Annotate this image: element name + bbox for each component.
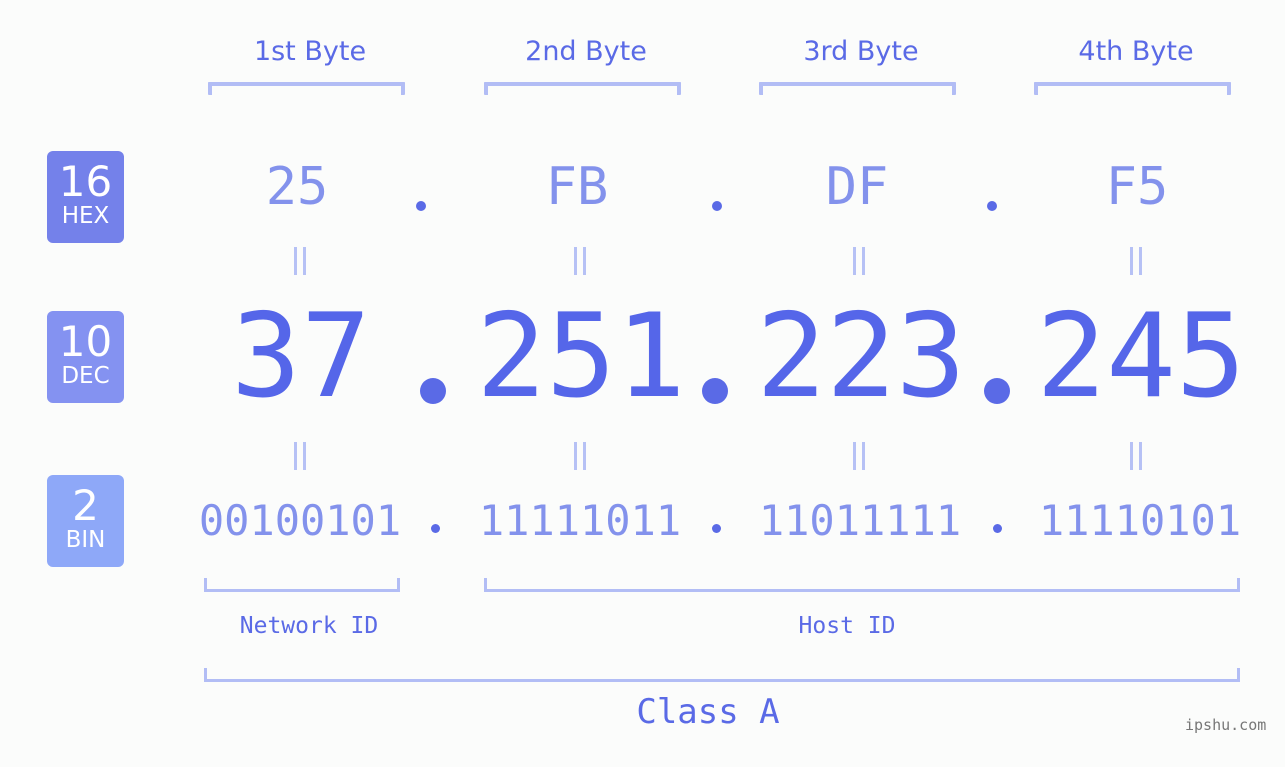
dec-dot-separator <box>420 378 446 404</box>
bin-dot-separator <box>431 524 440 533</box>
hex-badge: 16 HEX <box>47 151 124 243</box>
bin-byte-2: 11111011 <box>478 496 682 545</box>
equals-icon <box>292 247 308 275</box>
equals-icon <box>572 247 588 275</box>
dec-byte-4: 245 <box>1036 289 1246 424</box>
network-id-bracket <box>204 578 400 592</box>
hex-byte-4: F5 <box>1105 157 1169 217</box>
byte-bracket-4 <box>1034 82 1231 95</box>
byte-bracket-1 <box>208 82 405 95</box>
hex-dot-separator <box>987 201 997 211</box>
hex-byte-1: 25 <box>265 157 329 217</box>
dec-byte-3: 223 <box>756 289 966 424</box>
host-id-label: Host ID <box>798 613 896 639</box>
byte-header-3: 3rd Byte <box>803 36 919 67</box>
dec-dot-separator <box>702 378 728 404</box>
bin-dot-separator <box>993 524 1002 533</box>
dec-base: 10 <box>58 317 113 366</box>
host-id-bracket <box>484 578 1240 592</box>
hex-dot-separator <box>712 201 722 211</box>
hex-base: 16 <box>58 157 113 206</box>
equals-icon <box>292 442 308 470</box>
hex-byte-2: FB <box>545 157 609 217</box>
bin-label: BIN <box>65 527 106 553</box>
byte-header-1: 1st Byte <box>253 36 367 67</box>
dec-label: DEC <box>61 363 110 389</box>
equals-icon <box>851 442 867 470</box>
class-bracket <box>204 668 1240 682</box>
byte-header-4: 4th Byte <box>1078 36 1194 67</box>
hex-label: HEX <box>61 203 110 229</box>
byte-header-2: 2nd Byte <box>525 36 647 67</box>
equals-icon <box>1128 247 1144 275</box>
equals-icon <box>572 442 588 470</box>
dec-badge: 10 DEC <box>47 311 124 403</box>
hex-dot-separator <box>416 201 426 211</box>
equals-icon <box>851 247 867 275</box>
bin-byte-1: 00100101 <box>198 496 402 545</box>
equals-icon <box>1128 442 1144 470</box>
byte-bracket-2 <box>484 82 681 95</box>
network-id-label: Network ID <box>239 613 379 639</box>
dec-byte-2: 251 <box>476 289 686 424</box>
dec-dot-separator <box>984 378 1010 404</box>
bin-byte-4: 11110101 <box>1038 496 1242 545</box>
hex-byte-3: DF <box>825 157 889 217</box>
bin-dot-separator <box>712 524 721 533</box>
byte-bracket-3 <box>759 82 956 95</box>
watermark: ipshu.com <box>1185 716 1267 734</box>
class-label: Class A <box>636 692 780 732</box>
bin-base: 2 <box>72 481 99 530</box>
dec-byte-1: 37 <box>231 289 371 424</box>
bin-byte-3: 11011111 <box>758 496 962 545</box>
bin-badge: 2 BIN <box>47 475 124 567</box>
